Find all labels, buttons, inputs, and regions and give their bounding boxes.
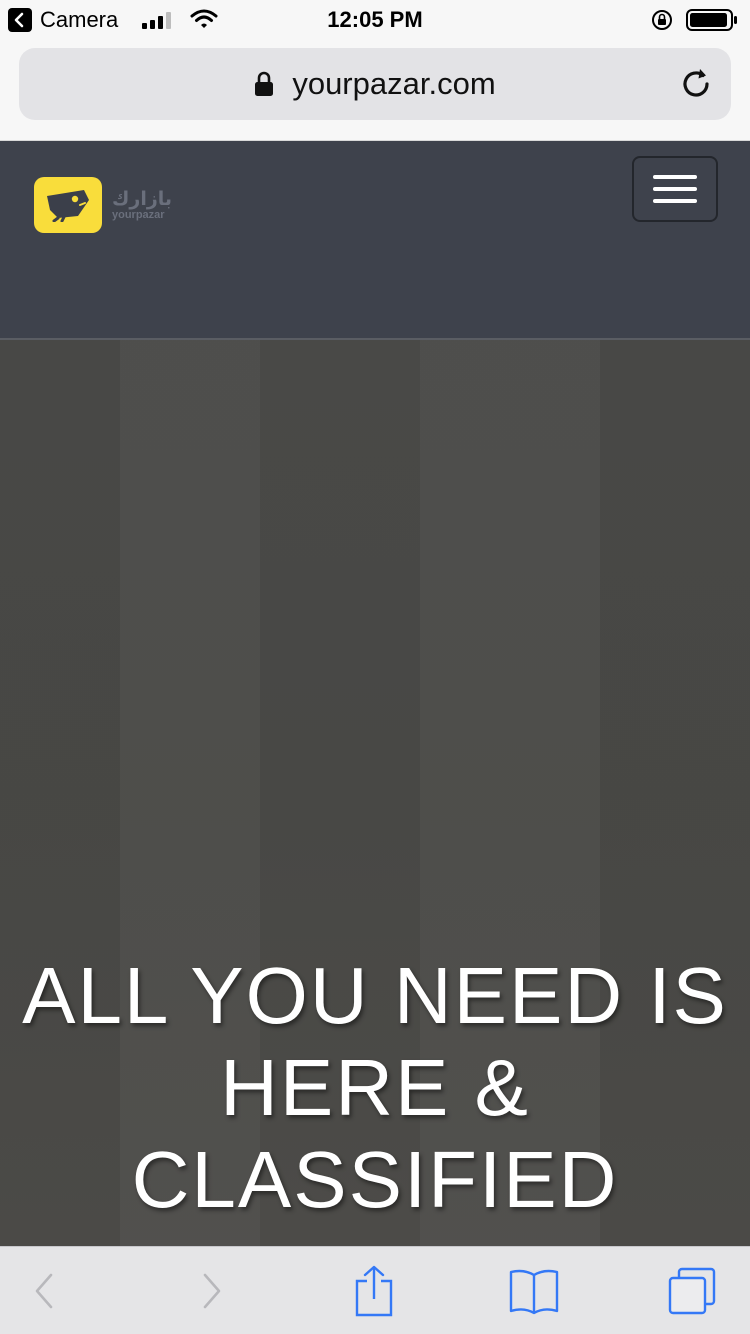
forward-button[interactable] [186, 1265, 238, 1317]
logo-mark-icon [34, 177, 102, 233]
url-field[interactable]: yourpazar.com [19, 48, 731, 120]
forward-icon [203, 1273, 221, 1309]
share-button[interactable] [348, 1265, 400, 1317]
browser-window: Camera 12:05 PM yourpazar.com بازارك you… [0, 0, 750, 1334]
lock-icon [255, 71, 274, 96]
bookmarks-button[interactable] [508, 1265, 560, 1317]
hamburger-menu-icon[interactable] [632, 156, 718, 222]
logo-latin: yourpazar [112, 208, 165, 221]
bookmarks-icon [509, 1269, 559, 1315]
logo-script: بازارك [112, 187, 173, 210]
status-bar: Camera 12:05 PM [0, 0, 750, 40]
url-text: yourpazar.com [292, 66, 496, 101]
browser-toolbar [0, 1246, 750, 1334]
address-bar: yourpazar.com [0, 40, 750, 141]
hero-heading: ALL YOU NEED IS HERE & CLASSIFIED [22, 951, 728, 1224]
site-header: بازارك yourpazar [0, 141, 750, 340]
hero-section: ALL YOU NEED IS HERE & CLASSIFIED [0, 340, 750, 1246]
tabs-button[interactable] [666, 1265, 718, 1317]
site-logo[interactable]: بازارك yourpazar [34, 177, 172, 233]
back-icon [35, 1273, 53, 1309]
tabs-icon [668, 1267, 716, 1315]
back-button[interactable] [18, 1265, 70, 1317]
rotation-lock-icon [652, 10, 672, 30]
status-time: 12:05 PM [327, 7, 423, 32]
reload-icon[interactable] [679, 66, 715, 102]
battery-icon [686, 9, 737, 31]
share-icon [355, 1265, 393, 1317]
